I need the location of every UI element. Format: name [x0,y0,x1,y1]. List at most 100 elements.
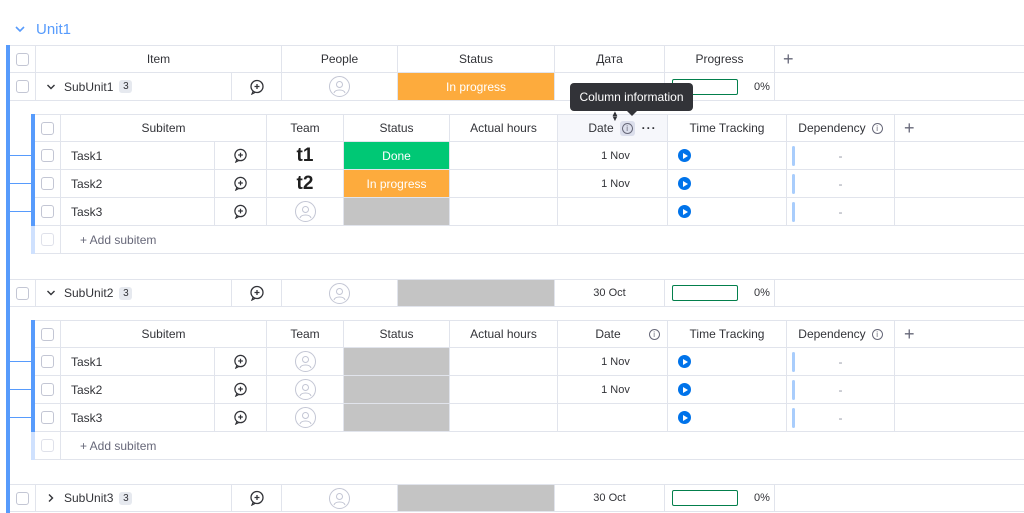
item-name[interactable]: SubUnit3 [64,491,113,505]
header-date[interactable]: Дата [555,46,665,73]
item-checkbox-cell[interactable] [10,485,36,512]
actual-hours-cell[interactable] [450,142,558,170]
add-update-icon[interactable] [233,354,248,369]
select-all-checkbox[interactable] [16,52,29,66]
item-checkbox[interactable] [16,286,29,300]
empty-person-avatar[interactable] [294,407,316,428]
team-value[interactable]: t2 [297,173,314,195]
subitem-row[interactable]: Task1 t1 Done 1 Nov - [35,142,1024,170]
add-column-icon[interactable]: + [904,324,915,345]
subitem-checkbox-cell[interactable] [35,198,61,226]
actual-hours-cell[interactable] [450,170,558,198]
team-cell[interactable]: t2 [267,170,344,198]
date-cell[interactable] [558,198,668,226]
header-sub-status[interactable]: Status [344,115,450,142]
time-tracking-cell[interactable] [668,142,787,170]
date-cell[interactable]: 1 Nov [558,376,668,404]
column-menu-icon[interactable]: ··· [642,121,657,135]
team-cell[interactable]: t1 [267,142,344,170]
chevron-down-icon[interactable] [14,23,26,35]
column-info-icon[interactable]: i [619,120,635,136]
add-column-cell[interactable]: + [775,46,1024,73]
header-subitem[interactable]: Subitem [61,321,267,348]
date-cell[interactable] [558,404,668,432]
subitem-name[interactable]: Task2 [61,376,215,404]
dependency-cell[interactable]: - [787,404,895,432]
time-tracking-cell[interactable] [668,348,787,376]
subitem-select-all-cell[interactable] [35,115,61,142]
subitem-select-all-checkbox[interactable] [41,327,54,341]
subitem-select-all-checkbox[interactable] [41,121,54,135]
updates-cell[interactable] [215,404,267,432]
info-icon[interactable]: i [648,328,660,340]
updates-cell[interactable] [215,170,267,198]
status-cell[interactable] [344,198,450,226]
subitem-row[interactable]: Task1 1 Nov - [35,348,1024,376]
item-name[interactable]: SubUnit2 [64,286,113,300]
subitem-checkbox[interactable] [41,177,54,190]
updates-cell[interactable] [232,485,282,512]
people-cell[interactable] [282,73,398,101]
add-subitem-column-cell[interactable]: + [895,321,1024,348]
updates-cell[interactable] [215,348,267,376]
status-cell[interactable] [398,485,555,512]
subitem-name[interactable]: Task3 [61,198,215,226]
subitem-checkbox-cell[interactable] [35,376,61,404]
date-cell[interactable]: 1 Nov [558,170,668,198]
add-subitem-button[interactable]: + Add subitem [61,226,1024,254]
date-cell[interactable]: 30 Oct [555,485,665,512]
header-dependency-label[interactable]: Dependency [798,327,865,341]
header-sub-date-label[interactable]: Date [595,327,620,341]
subitem-name[interactable]: Task1 [61,142,215,170]
chevron-right-icon[interactable] [46,493,56,503]
status-cell[interactable]: Done [344,142,450,170]
add-subitem-row[interactable]: + Add subitem [35,226,1024,254]
add-update-icon[interactable] [249,79,265,95]
date-cell[interactable]: 30 Oct [555,280,665,307]
chevron-down-icon[interactable] [46,288,56,298]
add-subitem-button[interactable]: + Add subitem [61,432,1024,460]
actual-hours-cell[interactable] [450,376,558,404]
item-name-cell[interactable]: SubUnit3 3 [36,485,232,512]
header-team[interactable]: Team [267,321,344,348]
subitem-checkbox-cell[interactable] [35,170,61,198]
team-cell[interactable] [267,198,344,226]
date-cell[interactable]: 1 Nov [558,348,668,376]
dependency-cell[interactable]: - [787,170,895,198]
add-subitem-label[interactable]: + Add subitem [80,233,156,247]
empty-person-avatar[interactable] [294,201,316,222]
updates-cell[interactable] [215,198,267,226]
play-icon[interactable] [678,149,691,162]
header-time-tracking[interactable]: Time Tracking [668,115,787,142]
item-checkbox-cell[interactable] [10,280,36,307]
item-name-cell[interactable]: SubUnit1 3 [36,73,232,101]
time-tracking-cell[interactable] [668,170,787,198]
add-update-icon[interactable] [233,410,248,425]
header-sub-date-label[interactable]: Date [588,121,613,135]
date-cell[interactable]: 1 Nov [558,142,668,170]
item-name[interactable]: SubUnit1 [64,80,113,94]
status-cell[interactable] [344,376,450,404]
subitem-row[interactable]: Task3 - [35,198,1024,226]
add-subitem-label[interactable]: + Add subitem [80,439,156,453]
add-update-icon[interactable] [233,148,248,163]
subitem-row[interactable]: Task3 - [35,404,1024,432]
empty-person-avatar[interactable] [294,351,316,372]
group-header[interactable]: Unit1 [14,18,71,40]
actual-hours-cell[interactable] [450,348,558,376]
empty-person-avatar[interactable] [329,76,350,97]
time-tracking-cell[interactable] [668,376,787,404]
subitem-row[interactable]: Task2 t2 In progress 1 Nov - [35,170,1024,198]
team-cell[interactable] [267,348,344,376]
empty-person-avatar[interactable] [294,379,316,400]
item-checkbox[interactable] [16,80,29,93]
header-subitem[interactable]: Subitem [61,115,267,142]
select-all-checkbox-cell[interactable] [10,46,36,73]
team-cell[interactable] [267,376,344,404]
item-checkbox-cell[interactable] [10,73,36,101]
group-title[interactable]: Unit1 [36,21,71,38]
subitem-checkbox[interactable] [41,355,54,368]
chevron-down-icon[interactable] [46,82,56,92]
dependency-cell[interactable]: - [787,376,895,404]
time-tracking-cell[interactable] [668,198,787,226]
